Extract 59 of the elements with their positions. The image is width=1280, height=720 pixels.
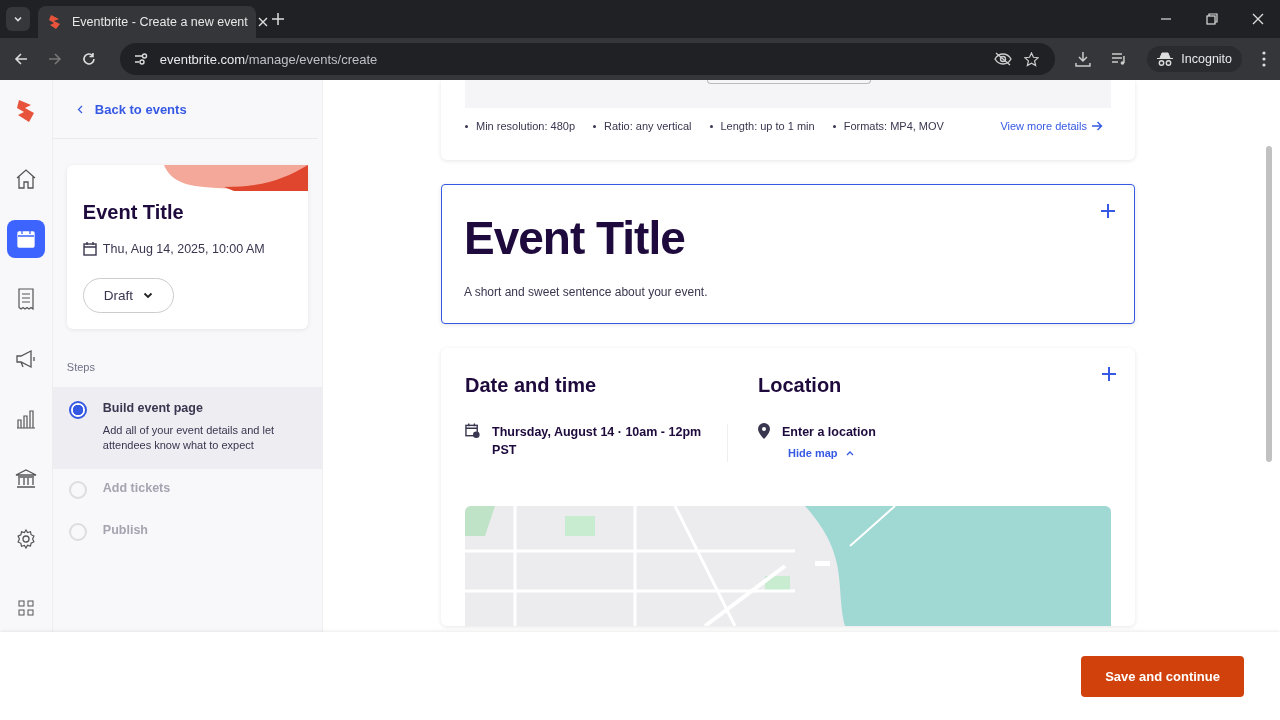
event-date: Thu, Aug 14, 2025, 10:00 AM <box>102 242 265 256</box>
bullet-icon <box>832 124 836 128</box>
incognito-icon <box>1157 52 1174 66</box>
back-link[interactable]: Back to events <box>76 101 187 117</box>
requirement-text: Length: up to 1 min <box>720 120 815 132</box>
close-icon[interactable] <box>1252 13 1264 25</box>
section-heading: Location <box>758 374 843 397</box>
bullet-icon <box>593 124 597 128</box>
download-icon[interactable] <box>1075 51 1092 67</box>
menu-icon[interactable] <box>1262 51 1266 67</box>
steps-heading: Steps <box>66 361 96 373</box>
calendar-check-icon <box>465 423 481 439</box>
plus-icon[interactable] <box>1100 203 1116 219</box>
step-label: Add tickets <box>102 481 171 495</box>
status-dropdown[interactable]: Draft <box>82 278 175 313</box>
forward-icon[interactable] <box>47 52 62 66</box>
logo-icon[interactable] <box>14 98 37 124</box>
requirement-text: Ratio: any vertical <box>604 120 692 132</box>
bullet-icon <box>465 124 468 128</box>
reload-icon[interactable] <box>81 52 96 66</box>
calendar-icon <box>82 242 97 256</box>
radio-button[interactable] <box>68 401 87 419</box>
restore-icon[interactable] <box>1206 13 1218 25</box>
location-pin-icon <box>758 423 770 439</box>
media-icon[interactable] <box>1111 52 1128 66</box>
hide-map-link[interactable]: Hide map <box>788 447 1111 459</box>
location-text: Enter a location <box>782 424 876 441</box>
calendar-nav-icon[interactable] <box>6 220 45 258</box>
chevron-down-icon <box>143 292 154 299</box>
date-time-text: Thursday, August 14 · 10am - 12pm PST <box>492 424 703 459</box>
site-settings-icon[interactable] <box>133 52 148 66</box>
step-label: Build event page <box>102 401 204 415</box>
step-description: Add all of your event details and let attendees know what to expect <box>102 423 276 453</box>
section-heading: Date and time <box>465 374 598 397</box>
save-button[interactable]: Save and continue <box>1081 655 1244 697</box>
requirement-text: Min resolution: 480p <box>476 120 576 132</box>
event-summary: A short and sweet sentence about your event. <box>464 285 709 299</box>
incognito-button[interactable]: Incognito <box>1147 46 1243 72</box>
favicon-icon <box>48 14 62 30</box>
chevron-left-icon <box>76 104 83 114</box>
star-icon[interactable] <box>1024 51 1040 67</box>
bullet-icon <box>709 124 713 128</box>
new-tab-icon[interactable] <box>272 13 284 25</box>
arrow-right-icon <box>1092 121 1103 131</box>
chevron-down-icon[interactable] <box>13 14 23 24</box>
event-title: Event Title <box>82 201 184 224</box>
eye-off-icon[interactable] <box>994 52 1013 66</box>
title-card[interactable]: Event Title A short and sweet sentence about your event. <box>441 184 1135 324</box>
step-item[interactable]: Build event page Add all of your event details and let attendees know what to expect <box>52 387 322 469</box>
view-details-link[interactable]: View more details <box>1000 120 1103 132</box>
requirement-text: Formats: MP4, MOV <box>843 120 944 132</box>
chevron-up-icon <box>845 450 854 456</box>
event-title: Event Title <box>464 211 686 265</box>
step-label: Publish <box>102 523 148 537</box>
plus-icon[interactable] <box>1101 366 1117 382</box>
back-icon[interactable] <box>14 52 28 66</box>
address-bar[interactable]: eventbrite.com/manage/events/create <box>119 43 1056 75</box>
tab-search-button[interactable] <box>6 7 30 31</box>
close-icon[interactable] <box>257 17 268 27</box>
